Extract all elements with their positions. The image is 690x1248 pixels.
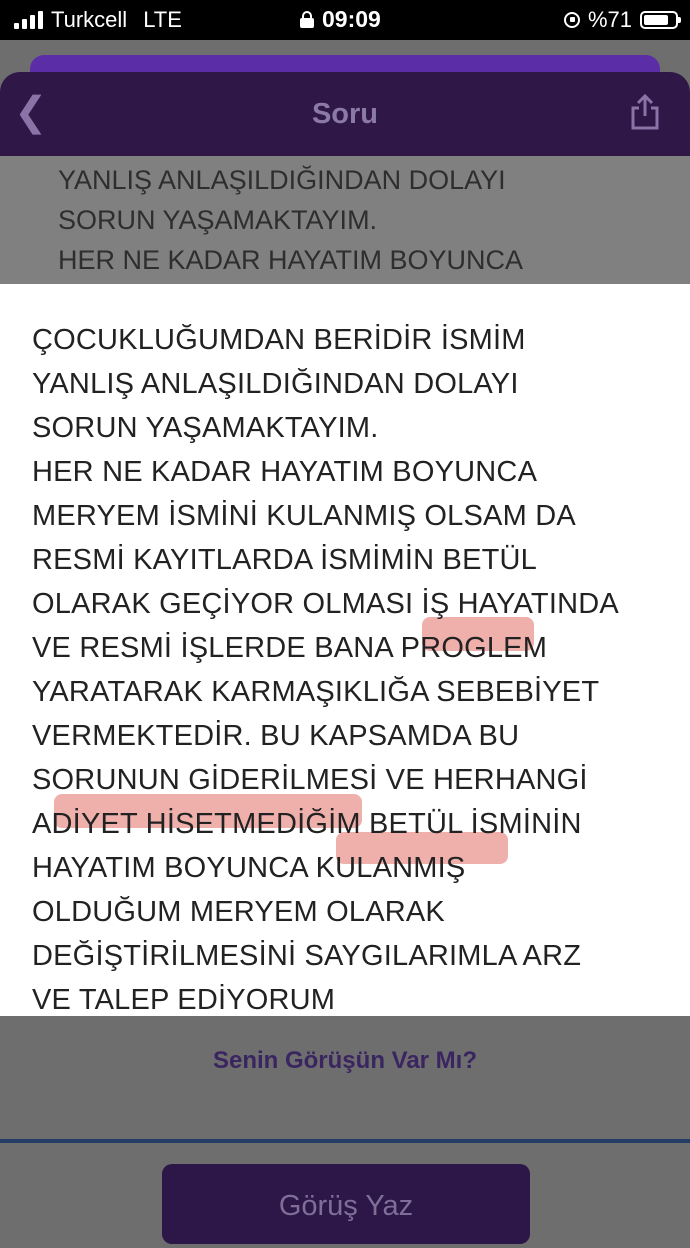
carrier-name: Turkcell [51,7,128,32]
question-text: ÇOCUKLUĞUMDAN BERİDİR İSMİM YANLIŞ ANLAŞ… [32,324,619,1016]
battery-percent: %71 [587,7,632,32]
carrier-info: Turkcell LTE [14,7,182,33]
opinion-prompt[interactable]: Senin Görüşün Var Mı? [0,1047,690,1075]
app-header: ❮ Soru [0,72,690,156]
rotation-lock-icon [563,12,580,28]
background-question-text: YANLIŞ ANLAŞILDIĞINDAN DOLAYI SORUN YAŞA… [0,156,690,284]
share-icon[interactable] [630,94,660,130]
clock: 09:09 [300,6,381,33]
write-opinion-button[interactable]: Görüş Yaz [162,1164,530,1244]
page-title: Soru [311,98,379,130]
battery-icon [640,11,681,29]
time-text: 09:09 [322,6,381,32]
question-panel: ÇOCUKLUĞUMDAN BERİDİR İSMİM YANLIŞ ANLAŞ… [0,284,690,1016]
status-right: %71 [563,7,681,33]
opinion-area [0,1016,690,1140]
lock-icon [300,11,314,28]
status-bar: Turkcell LTE 09:09 %71 [0,0,690,40]
signal-icon [14,11,43,29]
network-type: LTE [143,7,182,32]
background-text: YANLIŞ ANLAŞILDIĞINDAN DOLAYI SORUN YAŞA… [58,165,524,275]
